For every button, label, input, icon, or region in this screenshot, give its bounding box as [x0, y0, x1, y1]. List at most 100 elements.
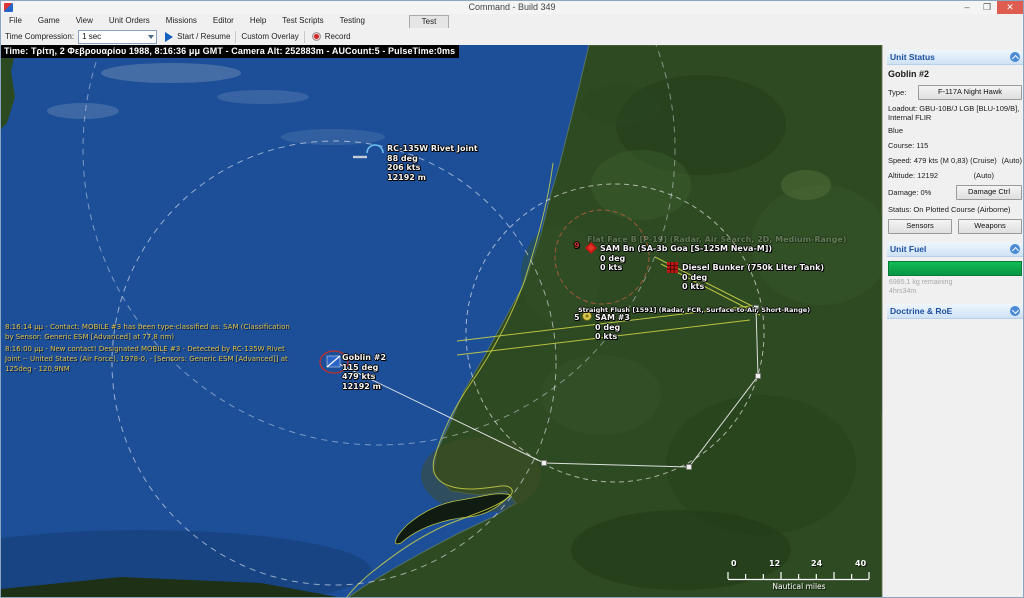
unit-name: SAM Bn (SA-3b Goa [S-125M Neva-M]): [600, 244, 772, 254]
unit-name: Goblin #2: [342, 353, 386, 363]
fuel-gauge: [888, 261, 1022, 276]
map-viewport[interactable]: Time: Τρίτη, 2 Φεβρουαρίου 1988, 8:16:36…: [1, 45, 882, 598]
time-status-bar: Time: Τρίτη, 2 Φεβρουαρίου 1988, 8:16:36…: [1, 45, 459, 58]
time-compression-select[interactable]: 1 sec: [78, 30, 157, 44]
toolbar-separator: [235, 31, 236, 43]
close-button[interactable]: ✕: [997, 1, 1023, 14]
unit-label-rc135[interactable]: RC-135W Rivet Joint 88 deg 206 kts 12192…: [387, 144, 478, 182]
cloud: [47, 103, 119, 119]
unit-status-title: Unit Status: [890, 52, 935, 62]
damage-text: Damage: 0%: [888, 188, 931, 197]
doctrine-roe-title: Doctrine & RoE: [890, 306, 952, 316]
test-button[interactable]: Test: [409, 15, 449, 29]
unit-fuel-title: Unit Fuel: [890, 244, 926, 254]
weapons-button[interactable]: Weapons: [958, 219, 1022, 234]
waypoint[interactable]: [687, 465, 692, 470]
play-icon[interactable]: [165, 32, 173, 42]
unit-heading: 0 deg: [600, 254, 772, 264]
fuel-time: 4hrs34m: [889, 288, 1023, 297]
menu-file[interactable]: File: [1, 14, 30, 28]
sensors-button[interactable]: Sensors: [888, 219, 952, 234]
app-window: Command - Build 349 – ❐ ✕ File Game View…: [0, 0, 1024, 598]
menu-testing[interactable]: Testing: [332, 14, 373, 28]
log-message: 8:16:14 μμ - Contact: MOBILE #3 has been…: [5, 322, 299, 342]
damage-ctrl-button[interactable]: Damage Ctrl: [956, 185, 1022, 200]
selected-unit-name: Goblin #2: [888, 69, 1022, 79]
unit-speed: 206 kts: [387, 163, 478, 173]
unit-heading: 0 deg: [595, 323, 630, 333]
menu-editor[interactable]: Editor: [205, 14, 242, 28]
menu-test-scripts[interactable]: Test Scripts: [274, 14, 331, 28]
doctrine-roe-header[interactable]: Doctrine & RoE: [887, 304, 1023, 319]
record-button[interactable]: Record: [325, 32, 351, 41]
title-bar: Command - Build 349 – ❐ ✕: [1, 1, 1023, 15]
minimize-button[interactable]: –: [958, 1, 976, 14]
menu-view[interactable]: View: [68, 14, 101, 28]
custom-overlay-button[interactable]: Custom Overlay: [241, 32, 298, 41]
loadout-text: Loadout: GBU-10B/J LGB [BLU-109/B], Inte…: [888, 104, 1022, 122]
sam3-badge: 5: [574, 313, 580, 323]
unit-heading: 0 deg: [682, 273, 824, 283]
time-compression-value: 1 sec: [82, 32, 101, 41]
unit-heading: 88 deg: [387, 154, 478, 164]
unit-label-sam3[interactable]: SAM #3 0 deg 0 kts: [595, 313, 630, 342]
log-message: 8:16:00 μμ - New contact! Designated MOB…: [5, 344, 299, 374]
scale-tick-label: 12: [769, 559, 780, 568]
terrain-patch: [541, 355, 661, 435]
cloud: [101, 63, 241, 83]
status-text: Status: On Plotted Course (Airborne): [888, 205, 1022, 214]
scale-tick-label: 24: [811, 559, 822, 568]
record-icon[interactable]: [312, 32, 321, 41]
terrain-patch: [591, 150, 691, 220]
menu-bar: File Game View Unit Orders Missions Edit…: [1, 14, 1023, 28]
type-label: Type:: [888, 88, 906, 97]
unit-name: SAM #3: [595, 313, 630, 323]
window-title: Command - Build 349: [1, 2, 1023, 12]
scale-ruler: [723, 568, 875, 581]
terrain-patch: [781, 170, 831, 200]
unit-label-goblin[interactable]: Goblin #2 115 deg 479 kts 12192 m: [342, 353, 386, 391]
course-text: Course: 115: [888, 141, 1022, 150]
unit-altitude: 12192 m: [342, 382, 386, 392]
scale-tick-label: 40: [855, 559, 866, 568]
maximize-button[interactable]: ❐: [978, 1, 996, 14]
speed-auto-flag[interactable]: (Auto): [1002, 156, 1022, 165]
cloud: [217, 90, 309, 104]
menu-game[interactable]: Game: [30, 14, 68, 28]
sidebar: Unit Status Goblin #2 Type: F-117A Night…: [882, 45, 1024, 597]
unit-status-header[interactable]: Unit Status: [887, 50, 1023, 65]
start-resume-button[interactable]: Start / Resume: [177, 32, 230, 41]
side-text: Blue: [888, 126, 1022, 135]
unit-name: Diesel Bunker (750k Liter Tank): [682, 263, 824, 273]
altitude-text: Altitude: 12192: [888, 171, 938, 180]
rc135-icon[interactable]: [353, 145, 383, 157]
scale-tick-label: 0: [731, 559, 737, 568]
toolbar: Time Compression: 1 sec Start / Resume C…: [1, 28, 1023, 46]
unit-speed: 0 kts: [682, 282, 824, 292]
terrain-patch: [581, 85, 661, 125]
menu-help[interactable]: Help: [242, 14, 274, 28]
unit-name: RC-135W Rivet Joint: [387, 144, 478, 154]
unit-label-diesel-bunker[interactable]: Diesel Bunker (750k Liter Tank) 0 deg 0 …: [682, 263, 824, 292]
altitude-auto-flag[interactable]: (Auto): [974, 171, 994, 180]
unit-altitude: 12192 m: [387, 173, 478, 183]
menu-unit-orders[interactable]: Unit Orders: [101, 14, 158, 28]
unit-fuel-header[interactable]: Unit Fuel: [887, 242, 1023, 257]
waypoint[interactable]: [542, 461, 547, 466]
unit-speed: 0 kts: [595, 332, 630, 342]
scale-caption: Nautical miles: [723, 582, 875, 591]
expand-icon[interactable]: [1010, 306, 1020, 316]
toolbar-separator: [304, 31, 305, 43]
cloud: [281, 129, 385, 145]
fuel-remaining: 6985,1 kg remaining: [889, 279, 1023, 288]
unit-speed: 479 kts: [342, 372, 386, 382]
time-compression-label: Time Compression:: [5, 32, 74, 41]
collapse-icon[interactable]: [1010, 244, 1020, 254]
unit-heading: 115 deg: [342, 363, 386, 373]
menu-missions[interactable]: Missions: [158, 14, 205, 28]
sam-bn-badge: 9: [574, 241, 580, 251]
speed-text: Speed: 479 kts (M 0,83) (Cruise): [888, 156, 997, 165]
unit-type-button[interactable]: F-117A Night Hawk: [918, 85, 1022, 100]
collapse-icon[interactable]: [1010, 52, 1020, 62]
waypoint[interactable]: [756, 374, 761, 379]
